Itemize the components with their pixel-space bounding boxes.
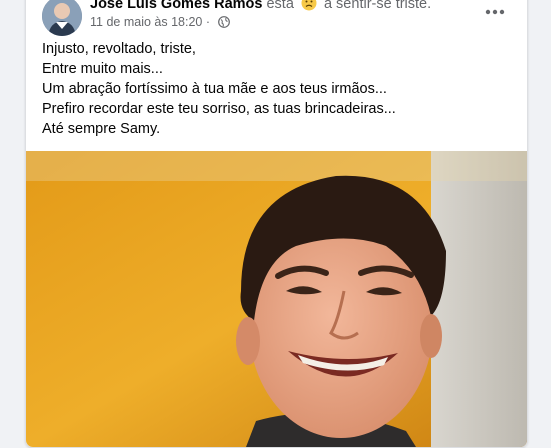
post-line: Injusto, revoltado, triste, bbox=[42, 41, 196, 57]
post-line: Entre muito mais... bbox=[42, 61, 163, 77]
post-card: José Luís Gomes Ramos está a sentir-se t… bbox=[25, 0, 528, 448]
post-timestamp[interactable]: 11 de maio às 18:20 bbox=[90, 15, 202, 29]
post-message: Injusto, revoltado, triste, Entre muito … bbox=[42, 39, 511, 139]
sad-face-icon bbox=[301, 0, 317, 11]
post-line: Um abração fortíssimo à tua mãe e aos te… bbox=[42, 81, 387, 97]
post-line: Até sempre Samy. bbox=[42, 121, 161, 137]
more-options-button[interactable] bbox=[477, 0, 513, 23]
author-avatar[interactable] bbox=[42, 0, 82, 36]
feeling-prefix: está bbox=[266, 0, 294, 12]
post-meta: 11 de maio às 18:20 · bbox=[90, 15, 231, 29]
author-name[interactable]: José Luís Gomes Ramos bbox=[90, 0, 262, 12]
author-line: José Luís Gomes Ramos está a sentir-se t… bbox=[90, 0, 431, 12]
post-header: José Luís Gomes Ramos está a sentir-se t… bbox=[26, 0, 527, 37]
post-photo[interactable] bbox=[26, 151, 527, 447]
more-options-icon bbox=[485, 2, 505, 20]
globe-icon[interactable] bbox=[218, 16, 231, 28]
post-line: Prefiro recordar este teu sorriso, as tu… bbox=[42, 101, 396, 117]
feeling-text[interactable]: a sentir-se triste. bbox=[324, 0, 431, 12]
